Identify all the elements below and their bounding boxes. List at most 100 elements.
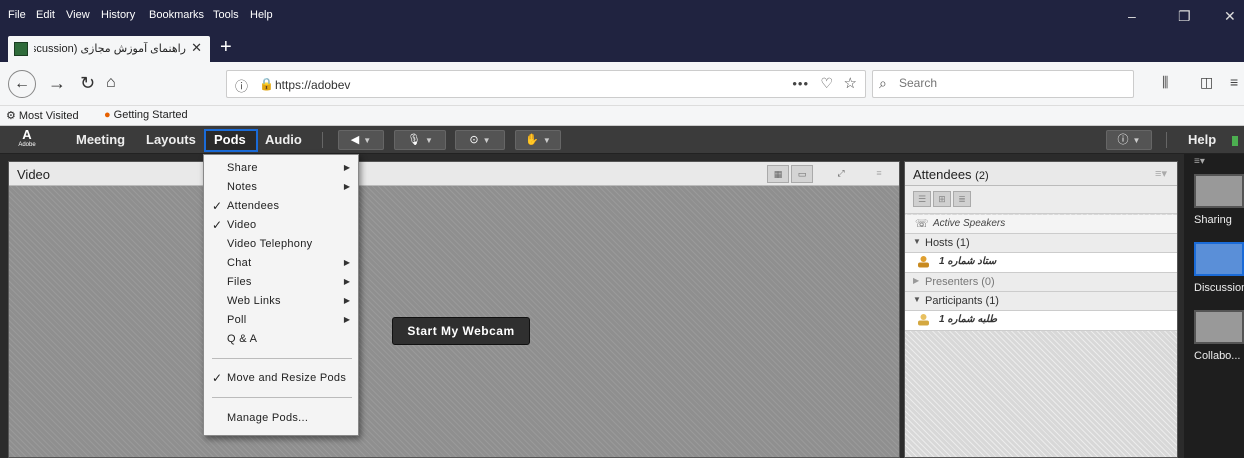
layout-sharing-label: Sharing [1194,214,1232,226]
close-window-icon[interactable]: ✕ [1224,8,1236,25]
search-bar[interactable]: ⌕ [872,70,1134,98]
pods-menu-move-resize[interactable]: ✓ Move and Resize Pods [204,369,358,388]
filmstrip-view-icon[interactable]: ▭ [791,165,813,183]
pods-menu-manage[interactable]: Manage Pods... [204,409,358,428]
gear-icon: ⚙ [6,110,16,122]
raise-hand-control[interactable]: ✋ ▼ [515,130,561,150]
menu-divider [212,358,352,359]
presenters-group-label: Presenters (0) [925,276,995,288]
grid-view-icon[interactable]: ▦ [767,165,789,183]
pods-menu-chat[interactable]: Chat ▶ [204,254,358,273]
attendees-toolbar: ☰ ⊞ ≣ [905,186,1177,214]
host-user-name: ستاد شماره 1 [939,256,997,267]
checkmark-icon: ✓ [212,218,223,232]
menu-tools[interactable]: Tools [213,9,239,21]
url-text[interactable]: https://adobev [275,78,350,92]
bookmark-star-icon[interactable]: ☆ [844,74,857,92]
url-bar[interactable]: ⓘ 🔒 https://adobev ••• ♡ ☆ [226,70,866,98]
pods-menu-video[interactable]: ✓ Video [204,216,358,235]
checkmark-icon: ✓ [212,199,223,213]
info-icon[interactable]: ⓘ [235,76,248,95]
navigation-bar: ← → ↻ ⌂ ⓘ 🔒 https://adobev ••• ♡ ☆ ⌕ ⫼ ◫… [0,62,1244,106]
grid-view-icon[interactable]: ⊞ [933,191,951,207]
pods-menu-qa[interactable]: Q & A [204,330,358,349]
menu-divider [212,397,352,398]
menu-file[interactable]: File [8,9,26,21]
page-actions-icon[interactable]: ••• [792,76,809,91]
active-speakers-label: Active Speakers [933,218,1006,229]
hosts-group-label: Hosts (1) [925,237,970,249]
presenters-group[interactable]: ▶ Presenters (0) [905,273,1177,292]
microphone-control[interactable]: 🎙 ▼ [394,130,446,150]
pod-menu-icon[interactable]: ≡▾ [1155,167,1167,180]
search-icon: ⌕ [879,75,887,91]
menu-item-label: Notes [227,181,258,193]
layout-discussion[interactable]: Discussion [1194,242,1244,294]
hosts-group[interactable]: ▼ Hosts (1) [905,234,1177,253]
forward-button[interactable]: → [48,73,66,94]
bookmark-most-visited[interactable]: ⚙ Most Visited [6,109,79,122]
fullscreen-icon[interactable]: ⤢ [831,165,851,183]
layout-sharing[interactable]: Sharing [1194,174,1244,226]
layout-collaboration[interactable]: Collabo... [1194,310,1244,362]
pocket-icon[interactable]: ♡ [820,75,833,92]
browser-tab[interactable]: راهنمای آموزش مجازی (Discussion) ✕ [8,36,210,62]
layouts-bar: ≡▾ Sharing Discussion Collabo... [1184,154,1244,458]
minimize-icon[interactable]: – [1128,8,1136,24]
menu-meeting[interactable]: Meeting [76,132,125,147]
pod-menu-icon[interactable]: ≡ [871,165,887,183]
pods-menu-video-telephony[interactable]: Video Telephony [204,235,358,254]
pods-menu-attendees[interactable]: ✓ Attendees [204,197,358,216]
menu-layouts[interactable]: Layouts [146,132,196,147]
participant-user-icon [917,313,930,326]
pods-menu-share[interactable]: Share ▶ [204,159,358,178]
sidebar-icon[interactable]: ◫ [1200,74,1213,91]
speaker-control[interactable]: ◀ ▼ [338,130,384,150]
tab-close-icon[interactable]: ✕ [191,40,202,56]
pods-menu-poll[interactable]: Poll ▶ [204,311,358,330]
status-view-icon[interactable]: ≣ [953,191,971,207]
info-control[interactable]: ⓘ ▼ [1106,130,1152,150]
webcam-control[interactable]: ⊙ ▼ [455,130,505,150]
new-tab-button[interactable]: + [220,36,232,59]
participant-user-row[interactable]: طلبه شماره 1 [905,311,1177,331]
menu-audio[interactable]: Audio [265,132,302,147]
chevron-down-icon: ▼ [363,136,372,145]
menu-help-connect[interactable]: Help [1188,132,1216,147]
layouts-menu-icon[interactable]: ≡▾ [1194,156,1205,167]
menu-item-label: Share [227,162,258,174]
tab-title: راهنمای آموزش مجازی (Discussion) [34,43,186,55]
chevron-down-icon: ▼ [482,136,491,145]
bookmark-getting-started[interactable]: ● Getting Started [104,109,188,121]
menu-pods[interactable]: Pods [214,132,246,147]
lock-icon: 🔒 [259,77,274,91]
submenu-arrow-icon: ▶ [343,315,350,324]
search-input[interactable] [899,76,1119,90]
list-view-icon[interactable]: ☰ [913,191,931,207]
pods-menu-notes[interactable]: Notes ▶ [204,178,358,197]
participants-group[interactable]: ▼ Participants (1) [905,292,1177,311]
bookmark-most-visited-label: Most Visited [18,110,79,122]
menu-history[interactable]: History [101,9,135,21]
pods-menu-web-links[interactable]: Web Links ▶ [204,292,358,311]
menu-edit[interactable]: Edit [36,9,55,21]
menu-help[interactable]: Help [250,9,273,21]
restore-icon[interactable]: ❐ [1178,8,1191,25]
tab-bar: راهنمای آموزش مجازی (Discussion) ✕ + [0,34,1244,62]
layout-discussion-thumb [1194,242,1244,276]
reload-button[interactable]: ↻ [80,73,95,94]
library-icon[interactable]: ⫼ [1162,74,1168,91]
back-button[interactable]: ← [8,70,36,98]
menu-view[interactable]: View [66,9,90,21]
meeting-area: Video ▦ ▭ ⤢ ≡ Start My Webcam Attendees … [0,154,1244,458]
hamburger-menu-icon[interactable]: ≡ [1230,74,1238,90]
layout-collaboration-thumb [1194,310,1244,344]
menu-bookmarks[interactable]: Bookmarks [149,9,204,21]
pods-menu-files[interactable]: Files ▶ [204,273,358,292]
home-button[interactable]: ⌂ [106,74,116,92]
host-user-row[interactable]: ستاد شماره 1 [905,253,1177,273]
active-speakers-row: ☏ Active Speakers [905,215,1177,234]
video-pod-title: Video [17,167,51,182]
start-webcam-button[interactable]: Start My Webcam [392,317,530,345]
separator [1166,132,1167,148]
